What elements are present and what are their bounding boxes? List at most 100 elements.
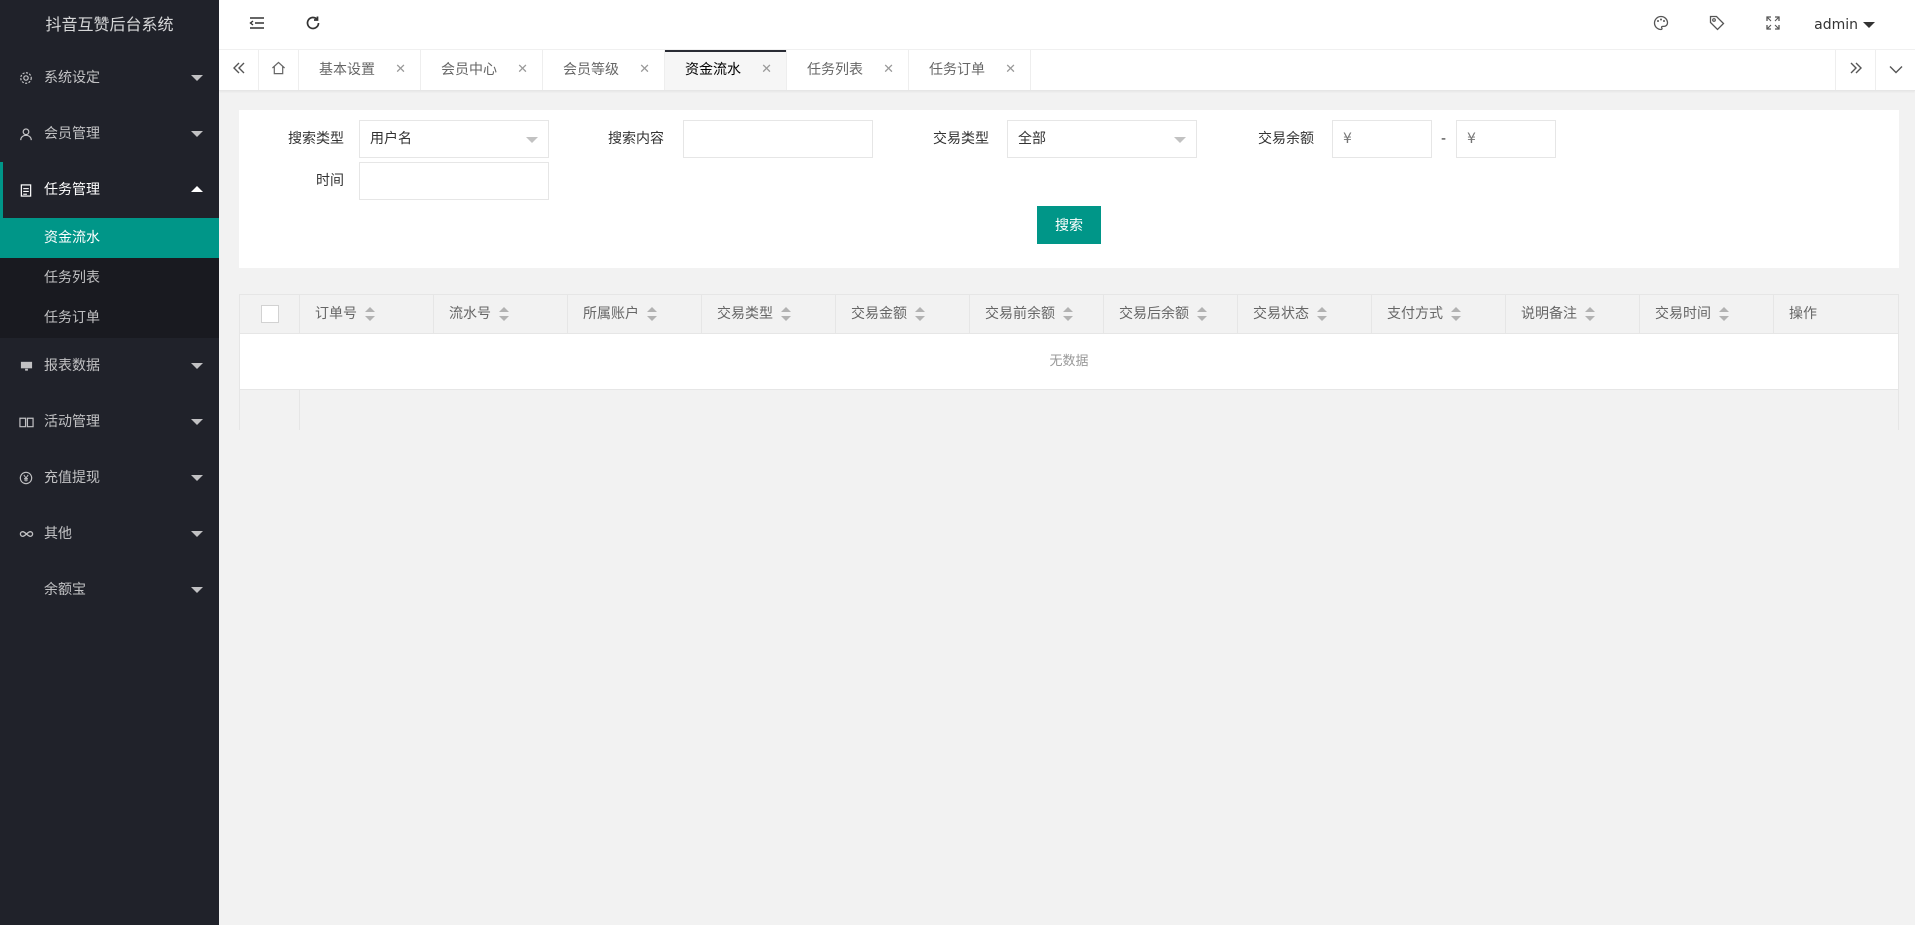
trade-type-label: 交易类型 bbox=[933, 131, 989, 147]
tabs-menu-button[interactable] bbox=[1875, 50, 1915, 90]
search-type-label: 搜索类型 bbox=[288, 131, 344, 147]
sidebar-item-system-settings[interactable]: 系统设定 bbox=[0, 50, 219, 106]
column-header-trade-type[interactable]: 交易类型 bbox=[702, 295, 836, 333]
sort-icon[interactable] bbox=[1451, 307, 1461, 321]
tag-button[interactable] bbox=[1695, 0, 1739, 50]
sort-icon[interactable] bbox=[1197, 307, 1207, 321]
sidebar-item-label: 会员管理 bbox=[44, 126, 100, 142]
close-icon[interactable]: ✕ bbox=[639, 50, 650, 90]
sort-icon[interactable] bbox=[781, 307, 791, 321]
tab-home[interactable] bbox=[259, 50, 299, 90]
yen-icon bbox=[18, 450, 34, 506]
sidebar-item-recharge-withdraw[interactable]: 充值提现 bbox=[0, 450, 219, 506]
sidebar-item-yuebao[interactable]: 余额宝 bbox=[0, 562, 219, 618]
sort-icon[interactable] bbox=[499, 307, 509, 321]
user-menu[interactable]: admin bbox=[1814, 0, 1875, 50]
chevron-down-icon bbox=[191, 531, 203, 537]
column-header-trade-time[interactable]: 交易时间 bbox=[1640, 295, 1774, 333]
tab-task-orders[interactable]: 任务订单 ✕ bbox=[909, 50, 1031, 90]
sort-icon[interactable] bbox=[1317, 307, 1327, 321]
search-button[interactable]: 搜索 bbox=[1037, 206, 1101, 244]
sidebar-item-task-management[interactable]: 任务管理 bbox=[0, 162, 219, 218]
column-header-serial-no[interactable]: 流水号 bbox=[434, 295, 568, 333]
balance-max-input[interactable] bbox=[1456, 120, 1556, 158]
sidebar-item-report-data[interactable]: 报表数据 bbox=[0, 338, 219, 394]
sort-icon[interactable] bbox=[1585, 307, 1595, 321]
app-logo-title: 抖音互赞后台系统 bbox=[45, 15, 174, 34]
column-header-payment-method[interactable]: 支付方式 bbox=[1372, 295, 1506, 333]
tab-fund-flow[interactable]: 资金流水 ✕ bbox=[665, 50, 787, 90]
column-header-balance-after[interactable]: 交易后余额 bbox=[1104, 295, 1238, 333]
sort-icon[interactable] bbox=[915, 307, 925, 321]
close-icon[interactable]: ✕ bbox=[761, 50, 772, 90]
document-icon bbox=[18, 162, 34, 218]
column-label: 交易金额 bbox=[851, 306, 907, 322]
table-empty-message: 无数据 bbox=[240, 334, 1898, 390]
column-label: 支付方式 bbox=[1387, 306, 1443, 322]
close-icon[interactable]: ✕ bbox=[883, 50, 894, 90]
infinity-icon bbox=[18, 506, 34, 562]
column-header-trade-amount[interactable]: 交易金额 bbox=[836, 295, 970, 333]
tabs-scroll-right-button[interactable] bbox=[1835, 50, 1875, 90]
menu-fold-icon bbox=[249, 16, 265, 34]
close-icon[interactable]: ✕ bbox=[517, 50, 528, 90]
sort-icon[interactable] bbox=[647, 307, 657, 321]
sidebar-collapse-button[interactable] bbox=[235, 0, 279, 50]
sidebar-subitem-fund-flow[interactable]: 资金流水 bbox=[0, 218, 219, 258]
tab-basic-settings[interactable]: 基本设置 ✕ bbox=[299, 50, 421, 90]
column-label: 说明备注 bbox=[1521, 306, 1577, 322]
time-input[interactable] bbox=[359, 162, 549, 200]
sidebar-subitem-task-orders[interactable]: 任务订单 bbox=[0, 298, 219, 338]
chevron-down-icon bbox=[191, 75, 203, 81]
sidebar-item-label: 充值提现 bbox=[44, 470, 100, 486]
tag-icon bbox=[1709, 15, 1725, 35]
sidebar-item-other[interactable]: 其他 bbox=[0, 506, 219, 562]
refresh-button[interactable] bbox=[291, 0, 335, 50]
close-icon[interactable]: ✕ bbox=[395, 50, 406, 90]
sidebar-item-label: 其他 bbox=[44, 526, 72, 542]
theme-button[interactable] bbox=[1639, 0, 1683, 50]
caret-down-icon bbox=[526, 137, 538, 143]
user-name: admin bbox=[1814, 17, 1858, 33]
tabs-scroll-left-button[interactable] bbox=[219, 50, 259, 90]
column-header-balance-before[interactable]: 交易前余额 bbox=[970, 295, 1104, 333]
table-footer-fixed-column bbox=[240, 390, 300, 430]
caret-down-icon bbox=[1174, 137, 1186, 143]
double-chevron-left-icon bbox=[232, 61, 246, 79]
trade-type-select[interactable]: 全部 bbox=[1007, 120, 1197, 158]
tab-list: 基本设置 ✕ 会员中心 ✕ 会员等级 ✕ 资金流水 ✕ 任务列表 ✕ 任务订单 … bbox=[259, 50, 1031, 90]
select-all-cell bbox=[240, 295, 300, 333]
sort-icon[interactable] bbox=[1719, 307, 1729, 321]
sidebar-item-member-management[interactable]: 会员管理 bbox=[0, 106, 219, 162]
sidebar-item-activity-management[interactable]: 活动管理 bbox=[0, 394, 219, 450]
sidebar-item-label: 余额宝 bbox=[44, 582, 86, 598]
sort-icon[interactable] bbox=[365, 307, 375, 321]
column-header-trade-status[interactable]: 交易状态 bbox=[1238, 295, 1372, 333]
page-tabs: 基本设置 ✕ 会员中心 ✕ 会员等级 ✕ 资金流水 ✕ 任务列表 ✕ 任务订单 … bbox=[219, 50, 1915, 91]
column-header-order-no[interactable]: 订单号 bbox=[300, 295, 434, 333]
tab-task-list[interactable]: 任务列表 ✕ bbox=[787, 50, 909, 90]
column-label: 交易时间 bbox=[1655, 306, 1711, 322]
column-label: 交易类型 bbox=[717, 306, 773, 322]
close-icon[interactable]: ✕ bbox=[1005, 50, 1016, 90]
column-label: 流水号 bbox=[449, 306, 491, 322]
column-label: 交易前余额 bbox=[985, 306, 1055, 322]
refresh-icon bbox=[305, 15, 321, 35]
fullscreen-icon bbox=[1766, 16, 1780, 34]
chevron-down-icon bbox=[191, 587, 203, 593]
fullscreen-button[interactable] bbox=[1751, 0, 1795, 50]
chevron-down-icon bbox=[191, 419, 203, 425]
book-icon bbox=[18, 394, 34, 450]
sidebar: 抖音互赞后台系统 系统设定 会员管理 任务管理 资金流水 任务列表 任务订单 报… bbox=[0, 0, 219, 925]
tab-member-center[interactable]: 会员中心 ✕ bbox=[421, 50, 543, 90]
balance-min-input[interactable] bbox=[1332, 120, 1432, 158]
tab-member-level[interactable]: 会员等级 ✕ bbox=[543, 50, 665, 90]
search-type-select[interactable]: 用户名 bbox=[359, 120, 549, 158]
sort-icon[interactable] bbox=[1063, 307, 1073, 321]
trade-type-value: 全部 bbox=[1018, 131, 1046, 147]
column-header-account[interactable]: 所属账户 bbox=[568, 295, 702, 333]
column-header-remarks[interactable]: 说明备注 bbox=[1506, 295, 1640, 333]
sidebar-subitem-task-list[interactable]: 任务列表 bbox=[0, 258, 219, 298]
select-all-checkbox[interactable] bbox=[260, 305, 279, 323]
search-content-input[interactable] bbox=[683, 120, 873, 158]
